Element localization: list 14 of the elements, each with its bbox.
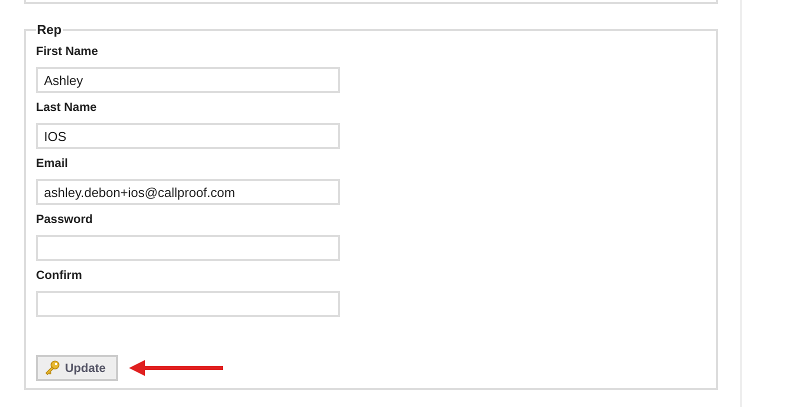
field-label: Confirm (36, 268, 83, 283)
input-field[interactable]: ashley.debon+ios@callproof.com (36, 179, 340, 205)
field-label: Last Name (36, 100, 98, 115)
arrow-icon (129, 360, 223, 376)
input-field[interactable]: Ashley (36, 67, 340, 93)
field-label: Email (36, 156, 70, 171)
input-field[interactable] (36, 291, 340, 317)
key-icon (44, 360, 60, 376)
field-label: First Name (36, 44, 100, 59)
field-label: Password (36, 212, 94, 227)
input-field[interactable] (36, 235, 340, 261)
input-field[interactable]: IOS (36, 123, 340, 149)
section-legend: Rep (36, 22, 63, 37)
update-button[interactable]: Update (36, 355, 118, 381)
